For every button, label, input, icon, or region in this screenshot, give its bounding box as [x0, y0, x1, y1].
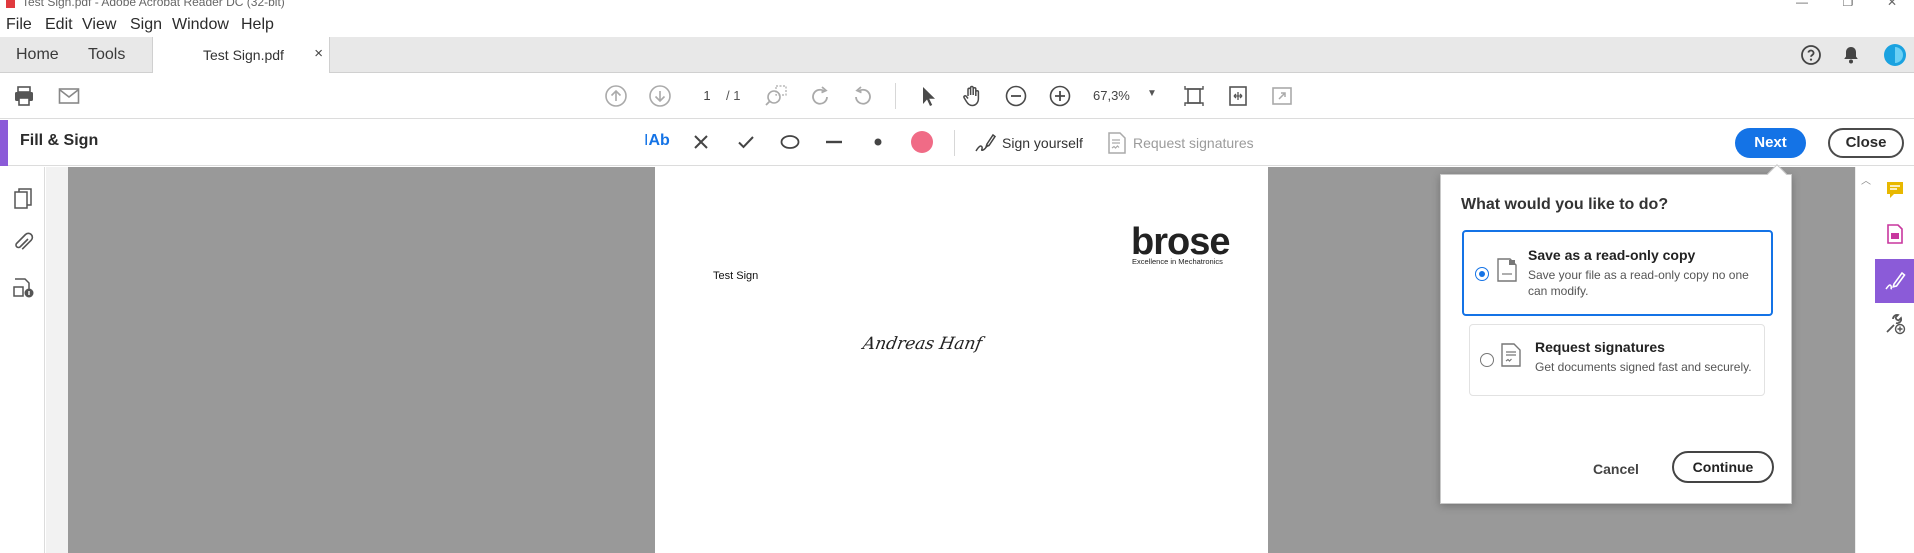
- minimize-button[interactable]: —: [1780, 0, 1824, 9]
- fit-width-icon[interactable]: [1226, 84, 1250, 112]
- close-tab-icon[interactable]: ×: [314, 45, 323, 62]
- signature-text[interactable]: Andreas Hanf: [861, 334, 983, 354]
- select-cursor-icon[interactable]: [916, 84, 940, 112]
- title-bar: Test Sign.pdf - Adobe Acrobat Reader DC …: [0, 0, 1914, 12]
- menu-edit[interactable]: Edit: [45, 16, 73, 34]
- rotate-clockwise-icon[interactable]: [808, 84, 832, 112]
- fill-sign-tool-active[interactable]: [1875, 259, 1914, 303]
- option-save-read-only-title: Save as a read-only copy: [1528, 247, 1696, 263]
- save-options-dialog: What would you like to do? Save as a rea…: [1440, 164, 1792, 504]
- pdf-page[interactable]: Test Sign brose Excellence in Mechatroni…: [655, 167, 1268, 553]
- request-signatures-button[interactable]: Request signatures: [1133, 135, 1254, 151]
- window-title: Test Sign.pdf - Adobe Acrobat Reader DC …: [22, 0, 285, 9]
- sign-pen-icon[interactable]: [973, 131, 997, 159]
- cross-mark-icon[interactable]: [690, 131, 712, 157]
- color-picker-swatch[interactable]: [909, 129, 935, 159]
- previous-page-icon[interactable]: [604, 84, 628, 112]
- option-request-signatures[interactable]: Request signatures Get documents signed …: [1469, 324, 1765, 396]
- continue-button[interactable]: Continue: [1672, 451, 1774, 483]
- fill-sign-accent-bar: [0, 120, 8, 166]
- print-icon[interactable]: [12, 84, 36, 112]
- attachments-paperclip-icon[interactable]: [11, 231, 35, 259]
- zoom-level[interactable]: 67,3%: [1093, 88, 1130, 103]
- document-heading: Test Sign: [713, 270, 759, 282]
- zoom-out-icon[interactable]: [1004, 84, 1028, 112]
- page-thumbnails-icon[interactable]: [11, 187, 35, 215]
- option-request-signatures-description: Get documents signed fast and securely.: [1535, 360, 1752, 374]
- menu-window[interactable]: Window: [172, 16, 229, 34]
- dot-icon[interactable]: [867, 131, 889, 157]
- vertical-scrollbar[interactable]: ︿: [1855, 167, 1874, 553]
- export-pdf-icon[interactable]: [1884, 223, 1906, 249]
- main-toolbar: 1 / 1 67,3% ▼: [0, 73, 1914, 119]
- email-icon[interactable]: [57, 84, 81, 112]
- comment-icon[interactable]: [1884, 179, 1906, 205]
- next-button[interactable]: Next: [1735, 128, 1806, 158]
- fill-sign-pen-icon: [1884, 270, 1906, 296]
- next-page-icon[interactable]: [648, 84, 672, 112]
- tab-tools[interactable]: Tools: [88, 46, 125, 64]
- dialog-question: What would you like to do?: [1461, 196, 1669, 213]
- read-only-document-icon: [1496, 257, 1518, 287]
- maximize-button[interactable]: ❐: [1826, 0, 1870, 9]
- toolbar-separator: [895, 83, 896, 109]
- left-navigation-rail: [0, 167, 45, 553]
- request-signatures-document-icon: [1500, 342, 1522, 372]
- add-text-tool[interactable]: IAb: [644, 132, 670, 150]
- menu-sign[interactable]: Sign: [130, 16, 162, 34]
- hand-tool-icon[interactable]: [960, 84, 984, 112]
- option-request-signatures-title: Request signatures: [1535, 339, 1665, 355]
- fill-sign-toolbar: Fill & Sign IAb Sign yourself Request si…: [0, 120, 1914, 166]
- brose-logo: brose: [1131, 221, 1230, 263]
- option-save-read-only-description: Save your file as a read-only copy no on…: [1528, 268, 1749, 298]
- rotate-counterclockwise-icon[interactable]: [851, 84, 875, 112]
- full-screen-icon[interactable]: [1270, 84, 1294, 112]
- tab-bar: Home Tools Test Sign.pdf ×: [0, 37, 1914, 74]
- zoom-dropdown-chevron-icon[interactable]: ▼: [1147, 88, 1157, 99]
- option-save-read-only[interactable]: Save as a read-only copy Save your file …: [1462, 230, 1773, 316]
- notifications-bell-icon[interactable]: [1840, 44, 1862, 70]
- help-icon[interactable]: [1800, 44, 1822, 70]
- circle-ellipse-icon[interactable]: [779, 131, 801, 157]
- marquee-zoom-icon[interactable]: [764, 84, 788, 112]
- sign-yourself-button[interactable]: Sign yourself: [1002, 135, 1083, 151]
- page-total: / 1: [726, 88, 741, 103]
- close-fill-sign-button[interactable]: Close: [1828, 128, 1904, 158]
- menu-help[interactable]: Help: [241, 16, 274, 34]
- fill-sign-separator: [954, 130, 955, 156]
- zoom-in-icon[interactable]: [1048, 84, 1072, 112]
- fit-page-icon[interactable]: [1182, 84, 1206, 112]
- scroll-up-chevron-icon[interactable]: ︿: [1861, 172, 1871, 187]
- user-avatar[interactable]: [1883, 43, 1907, 71]
- cancel-button[interactable]: Cancel: [1593, 461, 1639, 477]
- tab-document-label: Test Sign.pdf: [203, 47, 284, 63]
- checkmark-icon[interactable]: [735, 131, 757, 157]
- radio-request-signatures[interactable]: [1480, 353, 1494, 367]
- menu-bar: File Edit View Sign Window Help: [0, 13, 1914, 37]
- document-properties-icon[interactable]: [11, 275, 35, 303]
- page-number-input[interactable]: 1: [694, 84, 720, 108]
- menu-file[interactable]: File: [6, 16, 32, 34]
- viewer-left-margin: [46, 167, 68, 553]
- request-signatures-icon[interactable]: [1107, 131, 1127, 159]
- tab-home[interactable]: Home: [16, 46, 59, 64]
- fill-sign-title: Fill & Sign: [20, 132, 99, 149]
- brose-logo-tagline: Excellence in Mechatronics: [1132, 257, 1223, 266]
- line-icon[interactable]: [823, 131, 845, 157]
- close-window-button[interactable]: ✕: [1870, 0, 1914, 9]
- add-text-tool-label: Ab: [648, 132, 670, 149]
- tab-document[interactable]: Test Sign.pdf ×: [152, 37, 330, 74]
- menu-view[interactable]: View: [82, 16, 116, 34]
- more-tools-wrench-icon[interactable]: [1884, 313, 1906, 339]
- radio-save-read-only[interactable]: [1475, 267, 1489, 281]
- pdf-app-icon: [6, 0, 15, 8]
- right-tools-rail: [1875, 167, 1914, 553]
